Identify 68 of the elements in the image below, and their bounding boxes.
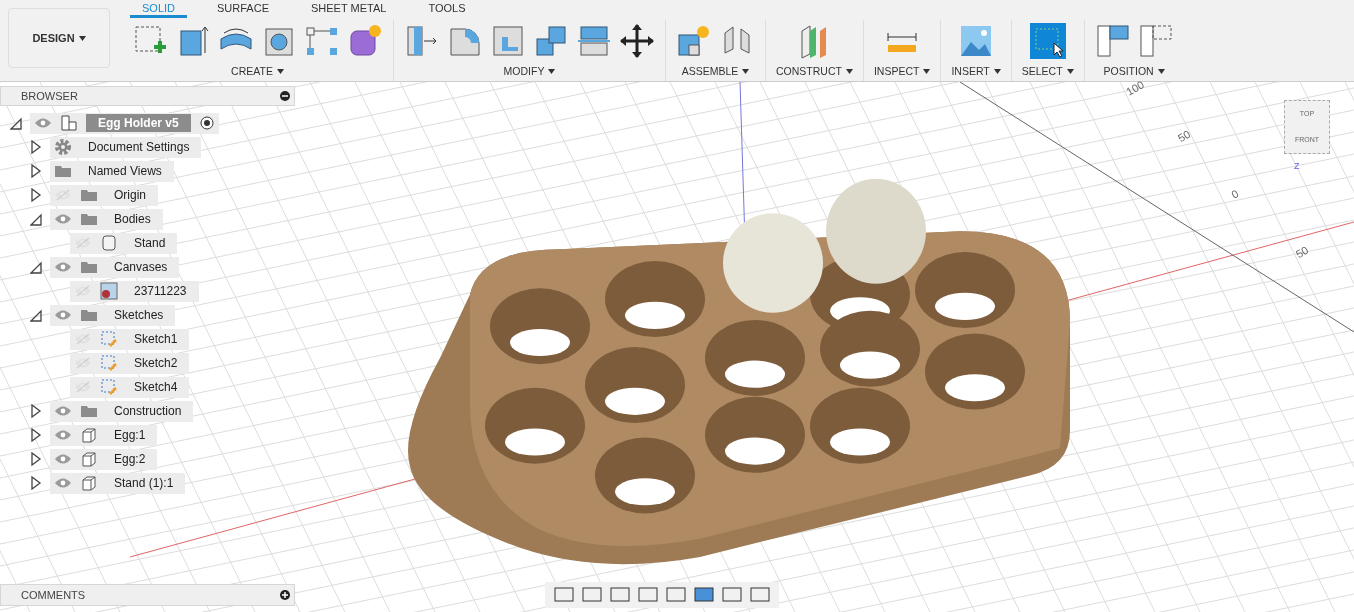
display-icon[interactable] — [693, 585, 715, 605]
cube-icon — [80, 426, 98, 444]
component-icon — [60, 114, 78, 132]
cube-icon — [80, 474, 98, 492]
group-menu[interactable]: SELECT — [1021, 64, 1074, 80]
axis-label: 100 — [1123, 77, 1147, 100]
eye-icon[interactable] — [54, 429, 72, 441]
panel-title: COMMENTS — [20, 587, 86, 603]
caret-icon — [742, 69, 750, 75]
shell-box-icon[interactable] — [490, 23, 526, 59]
sketch-icon — [100, 354, 118, 372]
group-menu[interactable]: INSERT — [951, 64, 1001, 80]
group-menu[interactable]: MODIFY — [503, 64, 556, 80]
collapsed-triangle-icon[interactable] — [30, 164, 42, 178]
minus-icon[interactable] — [280, 91, 290, 101]
expanded-triangle-icon[interactable] — [30, 308, 42, 322]
eye-icon[interactable] — [34, 117, 52, 129]
move-arrows-icon[interactable] — [619, 23, 655, 59]
eye-icon[interactable] — [54, 309, 72, 321]
align-panel-icon[interactable] — [1094, 23, 1131, 59]
plus-icon[interactable] — [280, 590, 290, 600]
group-menu[interactable]: ASSEMBLE — [681, 64, 750, 80]
sketch-icon — [100, 378, 118, 396]
expanded-triangle-icon[interactable] — [10, 116, 22, 130]
caret-icon — [923, 69, 931, 75]
eye-icon[interactable] — [54, 453, 72, 465]
axis-label: 50 — [1292, 242, 1312, 263]
expanded-triangle-icon[interactable] — [30, 212, 42, 226]
group-menu[interactable]: CREATE — [231, 64, 284, 80]
tab[interactable]: SHEET METAL — [299, 0, 399, 18]
new-component-icon[interactable] — [676, 23, 712, 59]
caret-icon — [276, 69, 284, 75]
caret-icon — [78, 35, 86, 41]
panel-title: BROWSER — [20, 88, 78, 104]
eye-icon[interactable] — [54, 261, 72, 273]
radio-target-icon[interactable] — [198, 115, 215, 131]
caret-icon — [845, 69, 853, 75]
split-body-icon[interactable] — [576, 23, 612, 59]
cube-icon — [80, 450, 98, 468]
caret-icon — [1066, 69, 1074, 75]
caret-icon — [993, 69, 1001, 75]
axis-label: Z — [1294, 160, 1300, 173]
expanded-triangle-icon[interactable] — [30, 260, 42, 274]
caret-icon — [548, 69, 556, 75]
axis-label: 0 — [1228, 186, 1242, 203]
group-menu[interactable]: CONSTRUCT — [776, 64, 853, 80]
sketch-icon — [100, 330, 118, 348]
collapsed-triangle-icon[interactable] — [30, 428, 42, 442]
select-box-icon[interactable] — [1029, 23, 1066, 59]
tab[interactable]: TOOLS — [416, 0, 478, 18]
collapsed-triangle-icon[interactable] — [30, 140, 42, 154]
caret-icon — [1157, 69, 1165, 75]
design-button[interactable]: DESIGN — [8, 8, 110, 68]
combine-cubes-icon[interactable] — [533, 23, 569, 59]
axis-label: 50 — [1174, 126, 1194, 147]
eye-icon[interactable] — [54, 477, 72, 489]
dashed-panel-icon[interactable] — [1137, 23, 1174, 59]
collapsed-triangle-icon[interactable] — [30, 404, 42, 418]
eye-icon[interactable] — [54, 405, 72, 417]
group-menu[interactable]: INSPECT — [873, 64, 931, 80]
group-menu[interactable]: POSITION — [1103, 64, 1165, 80]
collapsed-triangle-icon[interactable] — [30, 188, 42, 202]
eye-icon[interactable] — [54, 213, 72, 225]
collapsed-triangle-icon[interactable] — [30, 452, 42, 466]
tab[interactable]: SURFACE — [205, 0, 281, 18]
collapsed-triangle-icon[interactable] — [30, 476, 42, 490]
image-icon — [100, 282, 118, 300]
form-body-icon[interactable] — [347, 23, 383, 59]
